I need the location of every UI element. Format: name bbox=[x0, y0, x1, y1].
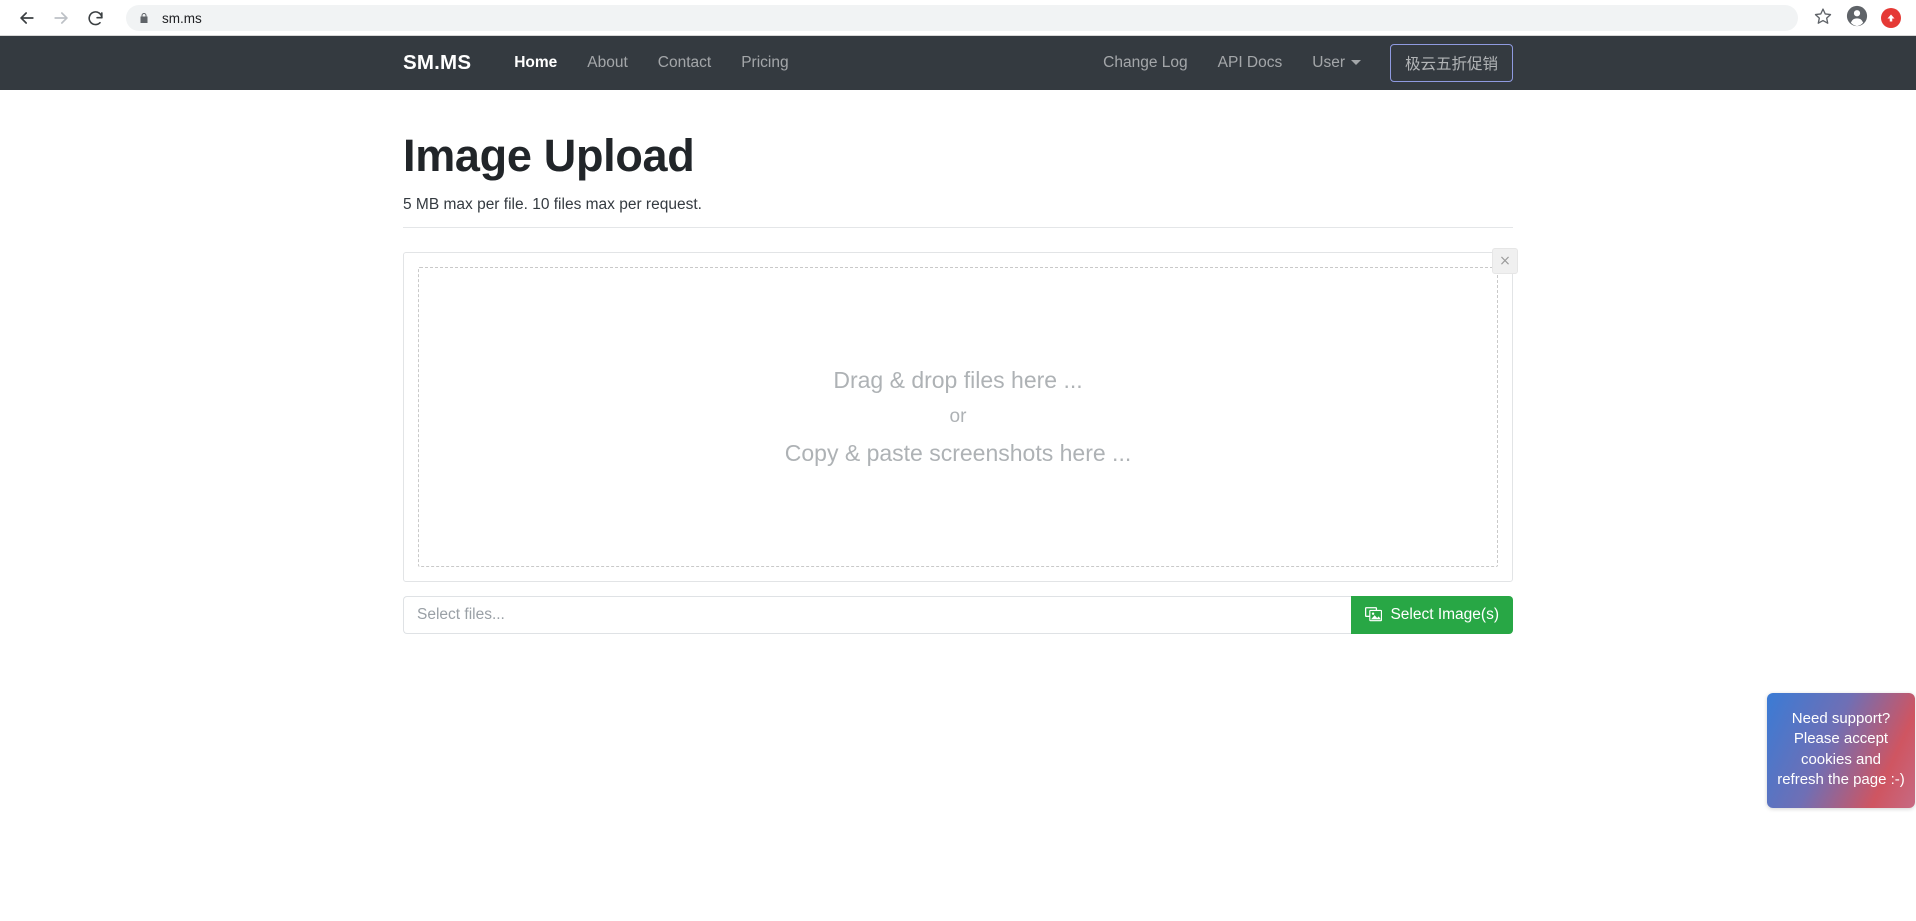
address-bar[interactable]: sm.ms bbox=[126, 5, 1798, 31]
page-content: Image Upload 5 MB max per file. 10 files… bbox=[403, 90, 1518, 634]
navbar-container: SM.MS Home About Contact Pricing Change … bbox=[403, 36, 1513, 90]
site-navbar: SM.MS Home About Contact Pricing Change … bbox=[0, 36, 1916, 90]
toolbar-divider bbox=[0, 35, 1916, 36]
promo-button[interactable]: 极云五折促销 bbox=[1389, 44, 1513, 82]
back-button[interactable] bbox=[10, 1, 44, 35]
user-dropdown-label: User bbox=[1312, 54, 1345, 71]
reload-icon bbox=[86, 9, 105, 28]
forward-arrow-icon bbox=[51, 8, 71, 28]
nav-item-api-docs[interactable]: API Docs bbox=[1203, 46, 1298, 80]
page-title: Image Upload bbox=[403, 130, 695, 181]
nav-item-user-dropdown[interactable]: User bbox=[1297, 46, 1376, 80]
select-images-button[interactable]: Select Image(s) bbox=[1351, 595, 1513, 634]
bookmark-button[interactable] bbox=[1808, 3, 1838, 33]
images-icon bbox=[1365, 607, 1383, 622]
chevron-down-icon bbox=[1350, 60, 1361, 66]
file-select-group: Select files... Select Image(s) bbox=[403, 595, 1513, 634]
profile-avatar-icon bbox=[1846, 5, 1868, 32]
nav-item-home[interactable]: Home bbox=[499, 46, 572, 80]
nav-item-contact[interactable]: Contact bbox=[643, 46, 726, 80]
update-arrow-icon bbox=[1881, 8, 1901, 28]
reload-button[interactable] bbox=[78, 1, 112, 35]
close-icon[interactable]: × bbox=[1492, 247, 1518, 274]
secondary-nav: Change Log API Docs User 极云五折促销 bbox=[1088, 44, 1513, 82]
dropzone-line-3: Copy & paste screenshots here ... bbox=[784, 439, 1132, 466]
nav-item-pricing[interactable]: Pricing bbox=[726, 46, 803, 80]
profile-button[interactable] bbox=[1842, 3, 1872, 33]
dropzone-line-2: or bbox=[949, 405, 967, 427]
address-bar-url: sm.ms bbox=[162, 10, 202, 26]
dropzone-line-1: Drag & drop files here ... bbox=[833, 367, 1083, 394]
bookmark-star-icon bbox=[1814, 7, 1832, 30]
nav-item-change-log[interactable]: Change Log bbox=[1088, 46, 1202, 80]
primary-nav: Home About Contact Pricing bbox=[499, 46, 803, 80]
forward-button[interactable] bbox=[44, 1, 78, 35]
site-brand[interactable]: SM.MS bbox=[403, 51, 471, 75]
browser-actions bbox=[1808, 3, 1906, 33]
nav-item-about[interactable]: About bbox=[572, 46, 643, 80]
select-images-label: Select Image(s) bbox=[1390, 605, 1499, 623]
file-dropzone[interactable]: Drag & drop files here ... or Copy & pas… bbox=[418, 266, 1498, 567]
upload-panel: × Drag & drop files here ... or Copy & p… bbox=[403, 247, 1518, 582]
support-notice[interactable]: Need support? Please accept cookies and … bbox=[1767, 693, 1915, 808]
lock-icon bbox=[138, 11, 150, 25]
page-subtitle: 5 MB max per file. 10 files max per requ… bbox=[403, 195, 702, 213]
file-path-input[interactable]: Select files... bbox=[403, 595, 1352, 634]
browser-toolbar: sm.ms bbox=[0, 0, 1916, 36]
extension-update-button[interactable] bbox=[1876, 3, 1906, 33]
back-arrow-icon bbox=[17, 8, 37, 28]
title-divider bbox=[403, 226, 1513, 228]
